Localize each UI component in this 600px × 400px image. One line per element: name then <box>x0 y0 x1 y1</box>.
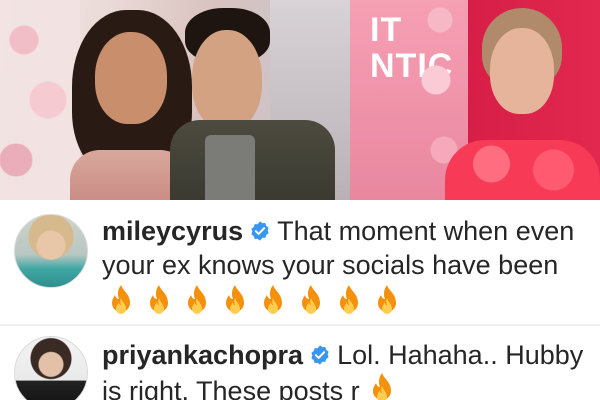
flower-backdrop <box>0 0 80 200</box>
verified-badge-icon <box>251 221 269 241</box>
divider <box>0 324 600 326</box>
fire-icon <box>264 285 282 314</box>
avatar[interactable] <box>14 336 88 400</box>
comment-text: priyankachopra Lol. Hahaha.. Hubby is rig… <box>102 338 592 400</box>
comment-line2: is right. These posts r <box>102 376 360 400</box>
fire-emoji-inline <box>367 373 405 400</box>
photo-collage: IT NTIC <box>0 0 600 200</box>
man-shirt <box>205 135 255 200</box>
username[interactable]: priyankachopra <box>102 340 303 370</box>
fire-emoji-row <box>102 284 592 320</box>
comment-line1: That moment when even <box>277 216 575 246</box>
woman-face <box>95 32 167 124</box>
verified-badge-icon <box>311 345 329 365</box>
fire-icon <box>302 285 320 314</box>
couple-photo <box>0 0 350 200</box>
fire-icon <box>112 285 130 314</box>
avatar[interactable] <box>14 214 88 288</box>
singer-dress <box>445 140 600 200</box>
singer-face <box>490 28 554 114</box>
man-face <box>192 30 262 130</box>
username[interactable]: mileycyrus <box>102 216 243 246</box>
fire-icon <box>373 373 392 400</box>
fire-icon <box>378 285 396 314</box>
fire-icon <box>226 285 244 314</box>
fire-icon <box>188 285 206 314</box>
fire-icon <box>150 285 168 314</box>
comment-text: mileycyrus That moment when even your ex … <box>102 214 592 320</box>
comment: mileycyrus That moment when even your ex … <box>0 202 600 324</box>
comment-line1: Lol. Hahaha.. Hubby <box>337 340 584 370</box>
fire-icon <box>340 285 358 314</box>
comment: priyankachopra Lol. Hahaha.. Hubby is rig… <box>0 328 600 400</box>
singer-photo: IT NTIC <box>350 0 600 200</box>
comment-line2: your ex knows your socials have been <box>102 250 559 280</box>
